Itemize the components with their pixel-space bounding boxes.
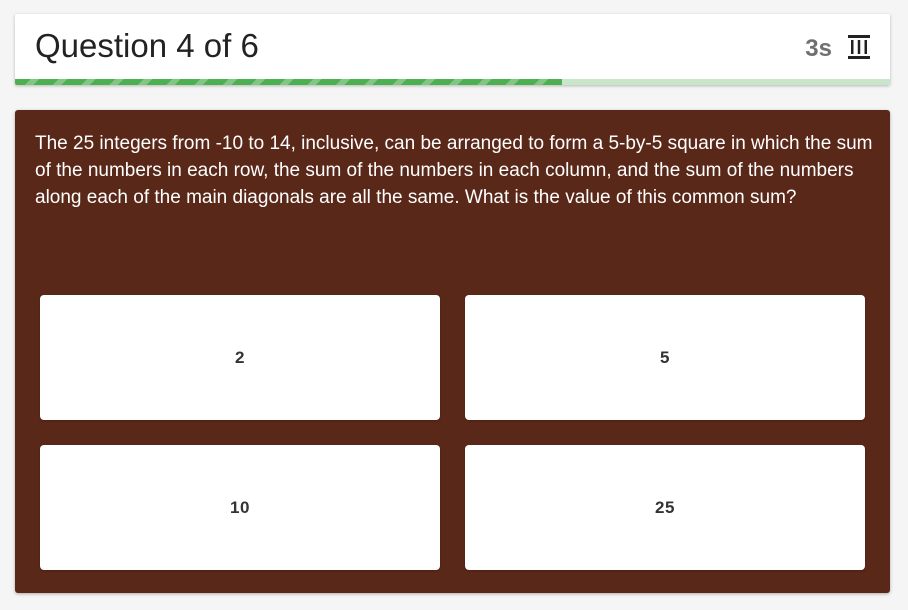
- answer-option-label: 10: [230, 497, 250, 517]
- answer-option-label: 2: [235, 347, 245, 367]
- question-card: The 25 integers from -10 to 14, inclusiv…: [15, 110, 890, 593]
- answer-option-3[interactable]: 10: [40, 445, 440, 570]
- answer-option-label: 5: [660, 347, 670, 367]
- question-counter: Question 4 of 6: [35, 27, 259, 64]
- answer-option-2[interactable]: 5: [465, 295, 865, 420]
- hourglass-icon: [846, 33, 872, 61]
- progress-bar-fill: [15, 79, 562, 85]
- answer-option-1[interactable]: 2: [40, 295, 440, 420]
- progress-bar: [15, 79, 890, 85]
- timer-text: 3s: [805, 35, 832, 62]
- question-text: The 25 integers from -10 to 14, inclusiv…: [35, 133, 873, 208]
- answer-option-4[interactable]: 25: [465, 445, 865, 570]
- question-header: Question 4 of 6 3s: [15, 14, 890, 85]
- answer-option-label: 25: [655, 497, 675, 517]
